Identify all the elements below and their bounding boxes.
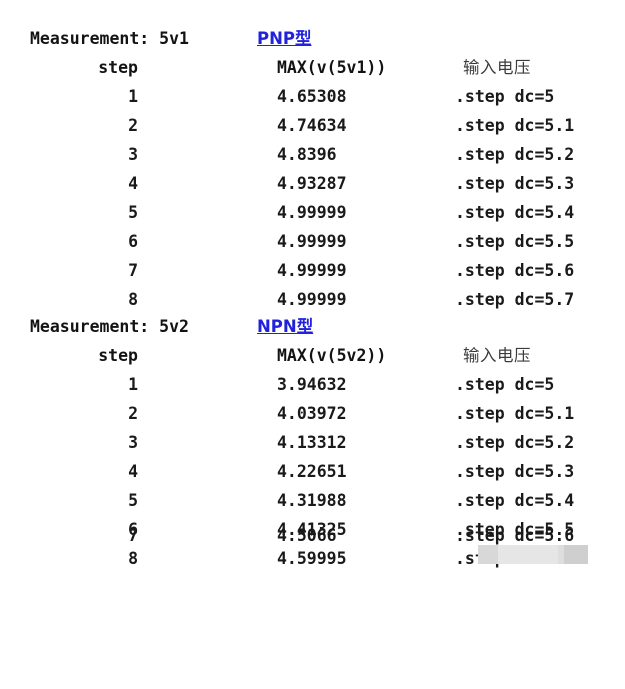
step-cell: 3 xyxy=(128,433,138,452)
value-cell: 4.13312 xyxy=(277,433,347,452)
table-row: 3 4.13312 .step dc=5.2 xyxy=(0,428,625,457)
table-row: 3 4.8396 .step dc=5.2 xyxy=(0,140,625,169)
column-header-note-2: 输入电压 xyxy=(463,346,531,365)
table-row: 4 4.93287 .step dc=5.3 xyxy=(0,169,625,198)
value-cell: 4.99999 xyxy=(277,203,347,222)
table-row: 5 4.31988 .step dc=5.4 xyxy=(0,486,625,515)
note-cell: .step dc=5.5 xyxy=(455,232,575,251)
value-cell: 4.99999 xyxy=(277,232,347,251)
column-header-value-2: MAX(v(5v2)) xyxy=(277,346,387,365)
step-cell: 4 xyxy=(128,462,138,481)
step-cell: 2 xyxy=(128,116,138,135)
table-row: 2 4.03972 .step dc=5.1 xyxy=(0,399,625,428)
note-cell: .step dc=5.1 xyxy=(455,116,575,135)
measurement-label-1: Measurement: 5v1 xyxy=(30,29,189,48)
note-cell: .step dc=5.4 xyxy=(455,491,575,510)
value-cell: 4.59995 xyxy=(277,549,347,568)
value-cell: 4.93287 xyxy=(277,174,347,193)
step-cell: 2 xyxy=(128,404,138,423)
column-header-row-1: step MAX(v(5v1)) 输入电压 xyxy=(0,53,625,82)
measurement-header-row-2: Measurement: 5v2 NPN型 xyxy=(0,312,625,341)
note-cell: .step dc=5.2 xyxy=(455,433,575,452)
value-cell: 4.99999 xyxy=(277,290,347,309)
note-cell: .step dc=5 xyxy=(455,87,555,106)
measurement-label-2: Measurement: 5v2 xyxy=(30,317,189,336)
step-cell: 8 xyxy=(128,290,138,309)
step-cell: 5 xyxy=(128,491,138,510)
step-cell: 6 xyxy=(128,232,138,251)
table-row: 4 4.22651 .step dc=5.3 xyxy=(0,457,625,486)
step-cell: 8 xyxy=(128,549,138,568)
note-cell: .step dc=5.4 xyxy=(455,203,575,222)
note-cell: .step dc=5.1 xyxy=(455,404,575,423)
value-cell: 4.22651 xyxy=(277,462,347,481)
column-header-row-2: step MAX(v(5v2)) 输入电压 xyxy=(0,341,625,370)
step-cell: 1 xyxy=(128,87,138,106)
step-cell: 5 xyxy=(128,203,138,222)
step-cell: 4 xyxy=(128,174,138,193)
value-cell: 4.99999 xyxy=(277,261,347,280)
note-cell: .step dc=5.7 xyxy=(455,290,575,309)
value-cell: 4.03972 xyxy=(277,404,347,423)
table-row: 5 4.99999 .step dc=5.4 xyxy=(0,198,625,227)
table-row: 2 4.74634 .step dc=5.1 xyxy=(0,111,625,140)
value-cell: 4.65308 xyxy=(277,87,347,106)
table-row: 1 4.65308 .step dc=5 xyxy=(0,82,625,111)
value-cell: 4.8396 xyxy=(277,145,337,164)
type-tag-1: PNP型 xyxy=(257,29,312,48)
table-row: 8 4.99999 .step dc=5.7 xyxy=(0,285,625,314)
value-cell: 4.31988 xyxy=(277,491,347,510)
column-header-value-1: MAX(v(5v1)) xyxy=(277,58,387,77)
column-header-note-1: 输入电压 xyxy=(463,58,531,77)
value-cell: 3.94632 xyxy=(277,375,347,394)
value-cell: 4.74634 xyxy=(277,116,347,135)
step-cell: 1 xyxy=(128,375,138,394)
note-cell: .step dc=5.2 xyxy=(455,145,575,164)
measurement-output-sheet: Measurement: 5v1 PNP型 step MAX(v(5v1)) 输… xyxy=(0,0,625,583)
measurement-header-row-1: Measurement: 5v1 PNP型 xyxy=(0,24,625,53)
step-cell: 7 xyxy=(128,261,138,280)
note-cell: .step dc=5.3 xyxy=(455,462,575,481)
note-cell: .step dc=5.7 xyxy=(455,549,575,568)
note-cell: .step dc=5.3 xyxy=(455,174,575,193)
note-cell: .step dc=5.6 xyxy=(455,261,575,280)
table-row: 6 4.99999 .step dc=5.5 xyxy=(0,227,625,256)
note-cell: .step dc=5 xyxy=(455,375,555,394)
table-row: 7 4.99999 .step dc=5.6 xyxy=(0,256,625,285)
table-row: 1 3.94632 .step dc=5 xyxy=(0,370,625,399)
table-row: 8 4.59995 .step dc=5.7 xyxy=(0,544,625,573)
type-tag-2: NPN型 xyxy=(257,317,314,336)
column-header-step-2: step xyxy=(98,346,138,365)
column-header-step-1: step xyxy=(98,58,138,77)
step-cell: 3 xyxy=(128,145,138,164)
